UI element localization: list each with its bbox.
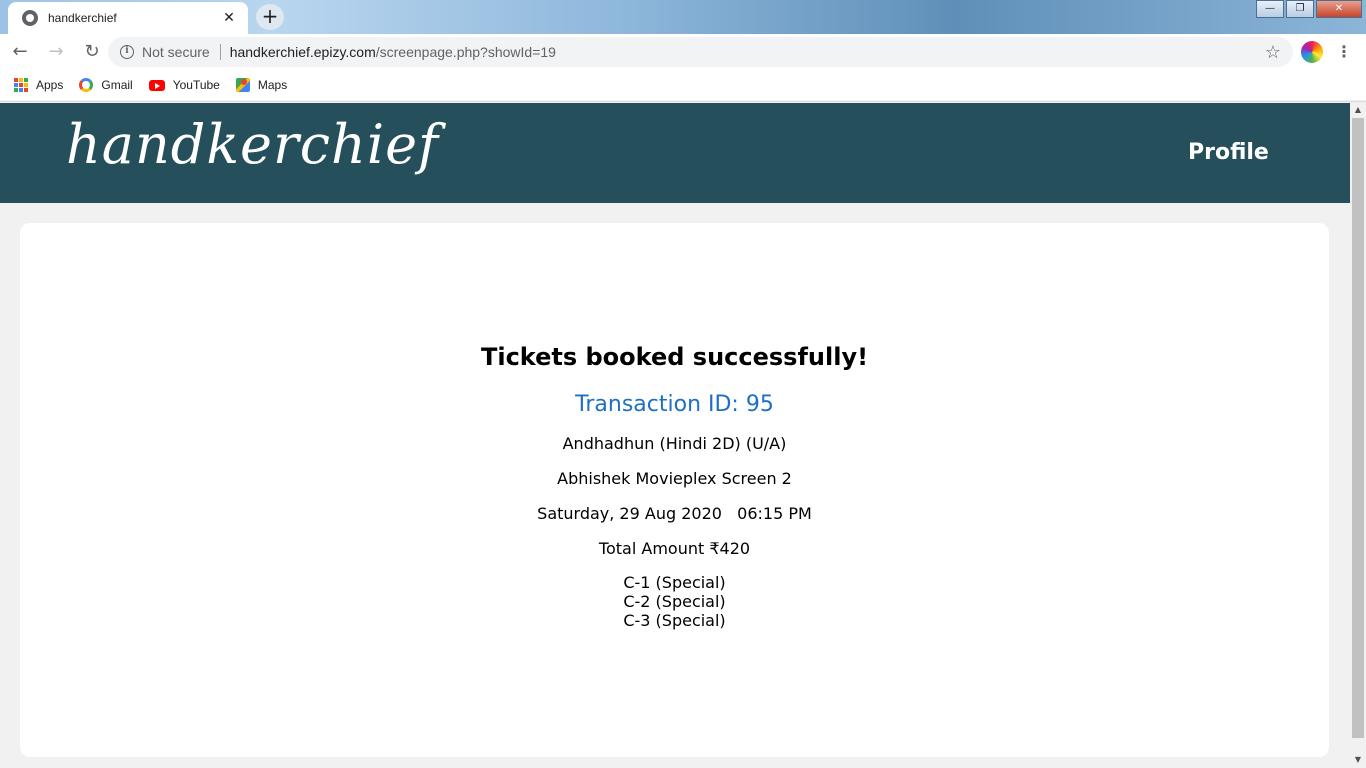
- seat-item: C-3 (Special): [623, 611, 726, 630]
- browser-titlebar: handkerchief ✕ + — ❐ ✕: [0, 0, 1366, 34]
- scroll-down-arrow-icon[interactable]: ▼: [1350, 752, 1366, 768]
- seat-item: C-2 (Special): [623, 592, 726, 611]
- success-heading: Tickets booked successfully!: [480, 343, 869, 371]
- apps-icon: [14, 78, 28, 92]
- globe-icon: [22, 10, 38, 26]
- restore-button[interactable]: ❐: [1286, 0, 1314, 18]
- url-host[interactable]: handkerchief.epizy.com: [230, 44, 376, 60]
- scroll-up-arrow-icon[interactable]: ▲: [1350, 102, 1366, 118]
- close-tab-icon[interactable]: ✕: [220, 10, 238, 26]
- minimize-button[interactable]: —: [1256, 0, 1284, 18]
- window-close-button[interactable]: ✕: [1316, 0, 1362, 18]
- profile-link[interactable]: Profile: [1188, 140, 1269, 165]
- omnibox-divider: [219, 44, 221, 60]
- bookmark-label: Apps: [36, 78, 64, 92]
- seat-list: C-1 (Special) C-2 (Special) C-3 (Special…: [20, 573, 1329, 630]
- profile-avatar[interactable]: [1301, 41, 1323, 63]
- bookmark-apps[interactable]: Apps: [14, 78, 63, 92]
- movie-title: Andhadhun (Hindi 2D) (U/A): [562, 434, 787, 453]
- booking-confirmation-card: Tickets booked successfully! Transaction…: [20, 223, 1329, 757]
- site-logo[interactable]: handkerchief: [66, 113, 439, 176]
- web-page: handkerchief Profile Tickets booked succ…: [0, 102, 1350, 768]
- browser-menu-icon[interactable]: ⋮: [1336, 42, 1352, 61]
- new-tab-button[interactable]: +: [256, 4, 284, 30]
- bookmark-star-icon[interactable]: ☆: [1265, 42, 1281, 63]
- window-controls: — ❐ ✕: [1254, 0, 1362, 18]
- bookmark-label: Gmail: [101, 78, 133, 92]
- bookmark-gmail[interactable]: Gmail: [79, 78, 133, 92]
- tab-title: handkerchief: [48, 11, 117, 25]
- total-amount: Total Amount ₹420: [598, 539, 751, 558]
- youtube-icon: [148, 79, 165, 91]
- transaction-id: Transaction ID: 95: [575, 392, 774, 417]
- booking-details: Tickets booked successfully! Transaction…: [20, 341, 1329, 630]
- venue-screen: Abhishek Movieplex Screen 2: [557, 469, 792, 488]
- back-button[interactable]: ←: [4, 36, 36, 68]
- maps-icon: [235, 78, 250, 92]
- bookmark-label: YouTube: [172, 78, 220, 92]
- security-label[interactable]: Not secure: [142, 44, 210, 60]
- site-header: handkerchief Profile: [0, 103, 1350, 203]
- address-bar[interactable]: i Not secure handkerchief.epizy.com /scr…: [108, 37, 1293, 67]
- bookmark-label: Maps: [257, 78, 288, 92]
- browser-toolbar: ← → ↻ i Not secure handkerchief.epizy.co…: [0, 34, 1366, 70]
- info-icon[interactable]: i: [120, 45, 134, 59]
- google-icon: [79, 78, 94, 92]
- show-datetime: Saturday, 29 Aug 2020 06:15 PM: [537, 504, 812, 523]
- url-path[interactable]: /screenpage.php?showId=19: [376, 44, 556, 60]
- page-scrollbar[interactable]: ▲ ▼: [1350, 102, 1366, 768]
- forward-button[interactable]: →: [40, 36, 72, 68]
- bookmark-maps[interactable]: Maps: [235, 78, 288, 92]
- bookmarks-bar: Apps Gmail YouTube Maps: [0, 70, 1366, 100]
- reload-button[interactable]: ↻: [76, 36, 108, 68]
- browser-tab[interactable]: handkerchief ✕: [8, 2, 248, 34]
- seat-item: C-1 (Special): [623, 573, 726, 592]
- bookmark-youtube[interactable]: YouTube: [148, 78, 220, 92]
- scroll-thumb[interactable]: [1352, 118, 1364, 738]
